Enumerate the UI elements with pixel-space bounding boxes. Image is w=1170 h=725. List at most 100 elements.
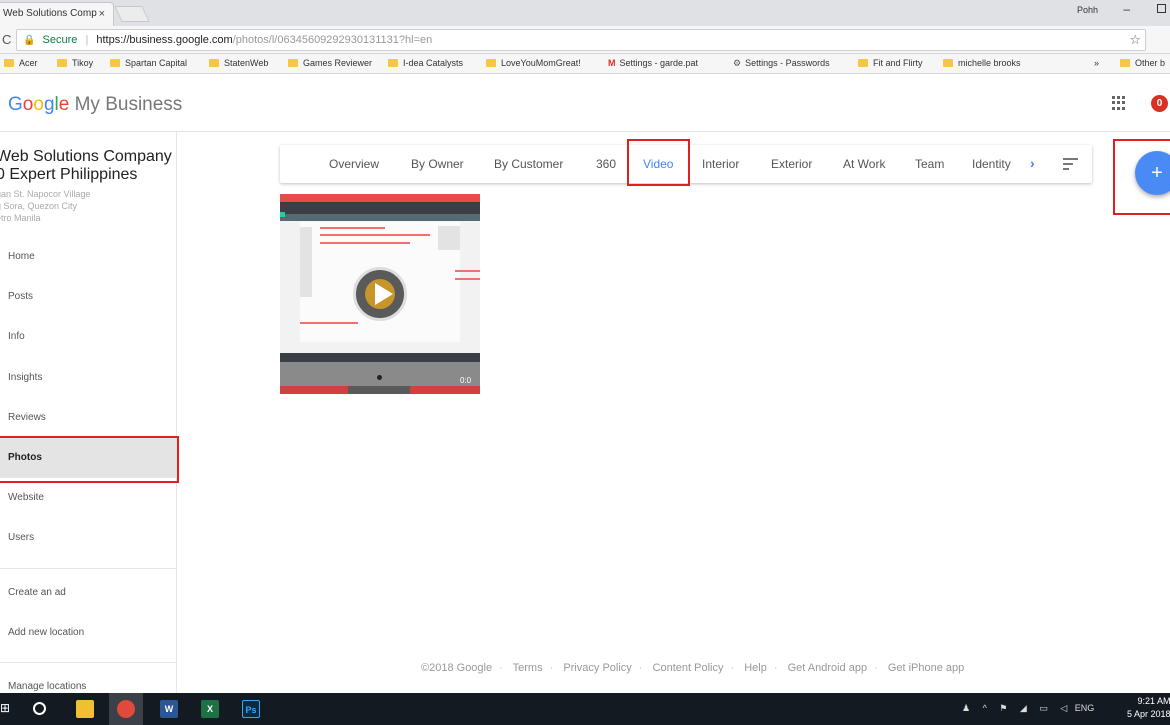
product-name: My Business bbox=[74, 94, 183, 115]
tab-by-owner[interactable]: By Owner bbox=[411, 145, 464, 183]
cortana-search-icon[interactable] bbox=[33, 702, 46, 715]
system-clock[interactable]: 9:21 AM 5 Apr 2018 bbox=[1127, 695, 1170, 721]
footer-link-android-app[interactable]: Get Android app bbox=[788, 662, 868, 674]
tab-identity[interactable]: Identity bbox=[972, 145, 1011, 183]
thumbnail-line bbox=[320, 242, 410, 244]
sidebar-item-posts[interactable]: Posts bbox=[0, 277, 177, 317]
thumbnail-block bbox=[438, 226, 460, 250]
browser-tab-title: Web Solutions Comp bbox=[3, 8, 97, 19]
photoshop-icon[interactable]: Ps bbox=[242, 700, 260, 718]
thumbnail-line bbox=[320, 234, 430, 236]
bookmark-item[interactable]: Spartan Capital bbox=[110, 58, 187, 68]
word-icon[interactable]: W bbox=[160, 700, 178, 718]
sidebar-item-add-location[interactable]: Add new location bbox=[0, 613, 177, 653]
chrome-icon[interactable] bbox=[117, 700, 135, 718]
url-path: /photos/l/06345609292930131131?hl=en bbox=[232, 34, 433, 46]
video-controls-bar bbox=[280, 362, 480, 386]
address-bar[interactable]: 🔒 Secure | https://business.google.com/p… bbox=[16, 29, 1146, 51]
sidebar-item-website[interactable]: Website bbox=[0, 478, 177, 518]
windows-start-icon[interactable]: ⊞ bbox=[0, 701, 10, 715]
video-scrubber-dot bbox=[377, 375, 382, 380]
tab-overview[interactable]: Overview bbox=[329, 145, 379, 183]
bookmark-item[interactable]: I-dea Catalysts bbox=[388, 58, 463, 68]
bookmark-item[interactable]: Acer bbox=[4, 58, 38, 68]
sidebar-item-reviews[interactable]: Reviews bbox=[0, 398, 177, 438]
bookmark-label: StatenWeb bbox=[224, 58, 269, 68]
excel-icon[interactable]: X bbox=[201, 700, 219, 718]
sidebar-divider bbox=[0, 662, 177, 663]
bookmark-star-icon[interactable]: ☆ bbox=[1129, 30, 1141, 50]
sidebar-item-users[interactable]: Users bbox=[0, 518, 177, 558]
footer-link-help[interactable]: Help bbox=[744, 662, 767, 674]
folder-icon bbox=[110, 59, 120, 67]
bookmark-label: LoveYouMomGreat! bbox=[501, 58, 581, 68]
play-icon[interactable] bbox=[353, 267, 407, 321]
sidebar-item-info[interactable]: Info bbox=[0, 317, 177, 357]
footer-link-iphone-app[interactable]: Get iPhone app bbox=[888, 662, 964, 674]
tab-at-work[interactable]: At Work bbox=[843, 145, 885, 183]
bookmark-item[interactable]: michelle brooks bbox=[943, 58, 1021, 68]
sidebar-item-insights[interactable]: Insights bbox=[0, 358, 177, 398]
bookmarks-overflow-icon[interactable]: » bbox=[1094, 58, 1099, 68]
google-my-business-logo[interactable]: Google My Business bbox=[8, 94, 182, 116]
chevron-right-icon[interactable]: › bbox=[1030, 155, 1035, 171]
bookmark-item[interactable]: Other b bbox=[1120, 58, 1165, 68]
bookmark-item[interactable]: LoveYouMomGreat! bbox=[486, 58, 581, 68]
sidebar-item-home[interactable]: Home bbox=[0, 237, 177, 277]
bookmark-item[interactable]: ⚙ Settings - Passwords bbox=[733, 58, 830, 69]
folder-icon bbox=[943, 59, 953, 67]
footer-link-content-policy[interactable]: Content Policy bbox=[653, 662, 724, 674]
tab-exterior[interactable]: Exterior bbox=[771, 145, 812, 183]
footer-link-terms[interactable]: Terms bbox=[513, 662, 543, 674]
footer-copyright: ©2018 Google bbox=[421, 662, 493, 674]
footer-link-privacy[interactable]: Privacy Policy bbox=[563, 662, 631, 674]
bookmark-item[interactable]: StatenWeb bbox=[209, 58, 268, 68]
thumbnail-nav-band bbox=[280, 214, 480, 221]
sidebar-item-create-ad[interactable]: Create an ad bbox=[0, 573, 177, 613]
bookmark-item[interactable]: M Settings - garde.pat bbox=[608, 58, 698, 68]
bookmark-label: Fit and Flirty bbox=[873, 58, 923, 68]
notifications-icon[interactable]: 0 bbox=[1151, 95, 1168, 112]
minimize-icon[interactable]: – bbox=[1123, 2, 1130, 16]
secure-label: Secure bbox=[42, 34, 78, 46]
file-explorer-icon[interactable] bbox=[76, 700, 94, 718]
business-name: Web Solutions Company 0 Expert Philippin… bbox=[0, 148, 172, 184]
thumbnail-line bbox=[455, 270, 480, 272]
video-thumbnail[interactable]: 0:0 bbox=[280, 194, 480, 394]
thumbnail-line bbox=[320, 227, 385, 229]
reload-icon[interactable]: C bbox=[2, 32, 11, 47]
sidebar: Web Solutions Company 0 Expert Philippin… bbox=[0, 132, 177, 693]
video-duration: 0:0 bbox=[460, 376, 472, 385]
folder-icon bbox=[288, 59, 298, 67]
language-indicator[interactable]: ENG bbox=[1075, 703, 1095, 713]
windows-taskbar: ⊞ W X Ps ♟ ^ ⚑ ◢ ▭ ◁ ENG 9:21 AM 5 Apr 2… bbox=[0, 693, 1170, 725]
clock-date: 5 Apr 2018 bbox=[1127, 709, 1170, 719]
bookmark-label: michelle brooks bbox=[958, 58, 1021, 68]
close-tab-icon[interactable]: × bbox=[99, 3, 105, 25]
tab-by-customer[interactable]: By Customer bbox=[494, 145, 563, 183]
folder-icon bbox=[57, 59, 67, 67]
address-separator: | bbox=[85, 34, 89, 46]
maximize-icon[interactable] bbox=[1157, 4, 1166, 13]
folder-icon bbox=[1120, 59, 1130, 67]
tab-360[interactable]: 360 bbox=[596, 145, 616, 183]
bookmark-item[interactable]: Fit and Flirty bbox=[858, 58, 923, 68]
thumbnail-line bbox=[300, 322, 358, 324]
new-tab-button[interactable] bbox=[114, 6, 150, 22]
bookmark-item[interactable]: Tikoy bbox=[57, 58, 93, 68]
browser-tab[interactable]: Web Solutions Comp × bbox=[0, 2, 114, 26]
tab-team[interactable]: Team bbox=[915, 145, 944, 183]
tab-interior[interactable]: Interior bbox=[702, 145, 739, 183]
bookmarks-bar: Acer Tikoy Spartan Capital StatenWeb Gam… bbox=[0, 54, 1170, 74]
sort-filter-icon[interactable] bbox=[1063, 158, 1078, 173]
clock-time: 9:21 AM bbox=[1137, 696, 1170, 706]
bookmark-label: Settings - Passwords bbox=[745, 58, 830, 68]
folder-icon bbox=[4, 59, 14, 67]
business-name-line: 0 Expert Philippines bbox=[0, 166, 138, 183]
thumbnail-dark-band bbox=[280, 202, 480, 214]
folder-icon bbox=[388, 59, 398, 67]
bookmark-item[interactable]: Games Reviewer bbox=[288, 58, 372, 68]
google-apps-grid-icon[interactable] bbox=[1112, 96, 1126, 110]
tray-icons[interactable]: ♟ ^ ⚑ ◢ ▭ ◁ bbox=[962, 703, 1072, 713]
browser-profile-name[interactable]: Pohh bbox=[1077, 5, 1098, 15]
